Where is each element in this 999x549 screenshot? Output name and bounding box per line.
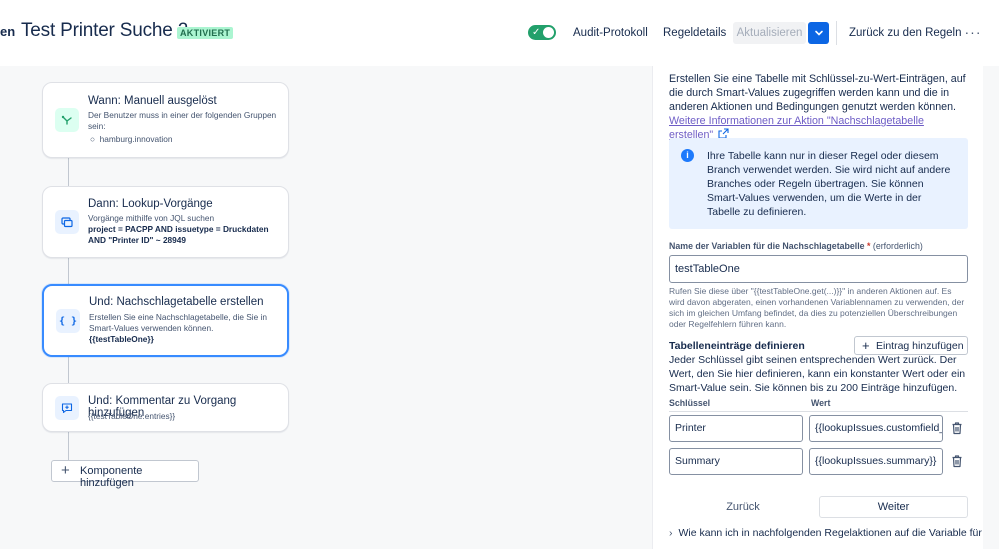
entry-value-input[interactable]: {{lookupIssues.customfield_1 <box>809 415 943 442</box>
connector-line <box>68 432 69 460</box>
audit-log-button[interactable]: Audit-Protokoll <box>573 22 648 44</box>
back-to-rules-button[interactable]: Zurück zu den Regeln <box>849 22 962 44</box>
entries-description: Jeder Schlüssel gibt seinen entsprechend… <box>669 354 966 394</box>
trigger-icon <box>55 108 79 132</box>
rule-details-button[interactable]: Regeldetails <box>663 22 726 44</box>
lookup-table-node[interactable]: { } Und: Nachschlagetabelle erstellen Er… <box>42 284 289 357</box>
node-description: Vorgänge mithilfe von JQL suchen <box>88 213 215 223</box>
trigger-node[interactable]: Wann: Manuell ausgelöst Der Benutzer mus… <box>42 82 289 158</box>
status-badge: AKTIVIERT <box>177 27 234 39</box>
chevron-down-icon <box>814 30 823 36</box>
entry-key-input[interactable]: Summary <box>669 448 803 475</box>
node-title: Und: Nachschlagetabelle erstellen <box>89 296 264 308</box>
plus-icon: + <box>61 462 70 479</box>
connector-line <box>68 258 69 284</box>
node-title: Dann: Lookup-Vorgänge <box>88 198 213 210</box>
add-component-label: Komponente hinzufügen <box>80 465 143 489</box>
page-title: Test Printer Suche 2 <box>21 20 189 41</box>
panel-intro: Erstellen Sie eine Tabelle mit Schlüssel… <box>669 72 969 142</box>
more-options-button[interactable]: ··· <box>963 22 983 44</box>
variable-name-input[interactable]: testTableOne <box>669 255 968 283</box>
node-description: Erstellen Sie eine Nachschlagetabelle, d… <box>89 312 268 333</box>
jql-query: project = PACPP AND issuetype = Druckdat… <box>88 224 269 245</box>
rule-enabled-toggle[interactable]: ✓ <box>528 25 556 40</box>
update-dropdown-button[interactable] <box>808 22 829 44</box>
chevron-right-icon: › <box>669 527 673 539</box>
faq-text: Wie kann ich in nachfolgenden Regelaktio… <box>678 527 982 539</box>
smart-value: {{testTableOne}} <box>89 334 154 344</box>
node-description: {{testTableOne.entries}} <box>88 411 176 421</box>
variable-help-text: Rufen Sie diese über "{{testTableOne.get… <box>669 286 965 329</box>
node-description: Der Benutzer muss in einer der folgenden… <box>88 110 277 131</box>
variable-name-label: Name der Variablen für die Nachschlageta… <box>669 241 923 251</box>
lookup-node[interactable]: Dann: Lookup-Vorgänge Vorgänge mithilfe … <box>42 186 289 258</box>
rule-header: en Test Printer Suche 2 AKTIVIERT ✓ Audi… <box>0 0 999 66</box>
check-icon: ✓ <box>532 27 541 38</box>
table-divider <box>669 411 968 412</box>
value-column-header: Wert <box>811 398 831 408</box>
connector-line <box>68 357 69 383</box>
entry-value-input[interactable]: {{lookupIssues.summary}} <box>809 448 943 475</box>
toggle-knob <box>543 27 554 38</box>
group-bullet: ○ hamburg.innovation <box>90 134 173 144</box>
node-title: Wann: Manuell ausgelöst <box>88 95 217 107</box>
action-config-panel: Erstellen Sie eine Tabelle mit Schlüssel… <box>652 66 983 549</box>
plus-icon: + <box>862 338 870 353</box>
info-icon: i <box>681 149 694 162</box>
add-component-button[interactable]: + Komponente hinzufügen <box>51 460 199 489</box>
header-divider <box>836 21 837 45</box>
info-message: i Ihre Tabelle kann nur in dieser Regel … <box>669 138 968 229</box>
trash-icon[interactable] <box>950 454 964 468</box>
trash-icon[interactable] <box>950 421 964 435</box>
faq-expander[interactable]: › Wie kann ich in nachfolgenden Regelakti… <box>669 527 982 539</box>
add-entry-label: Eintrag hinzufügen <box>876 340 964 352</box>
cut-off-text: en <box>0 24 16 39</box>
next-button[interactable]: Weiter <box>819 496 968 518</box>
connector-line <box>68 158 69 186</box>
intro-text: Erstellen Sie eine Tabelle mit Schlüssel… <box>669 73 966 113</box>
key-column-header: Schlüssel <box>669 398 711 408</box>
entries-section-title: Tabelleneinträge definieren <box>669 340 805 352</box>
entry-key-input[interactable]: Printer <box>669 415 803 442</box>
back-button[interactable]: Zurück <box>697 496 789 518</box>
info-text: Ihre Tabelle kann nur in dieser Regel od… <box>707 150 951 218</box>
group-name: hamburg.innovation <box>99 134 173 144</box>
comment-add-icon <box>55 396 79 420</box>
braces-icon: { } <box>56 309 80 333</box>
lookup-icon <box>55 210 79 234</box>
comment-node[interactable]: Und: Kommentar zu Vorgang hinzufügen {{t… <box>42 383 289 432</box>
update-button[interactable]: Aktualisieren <box>733 22 806 44</box>
